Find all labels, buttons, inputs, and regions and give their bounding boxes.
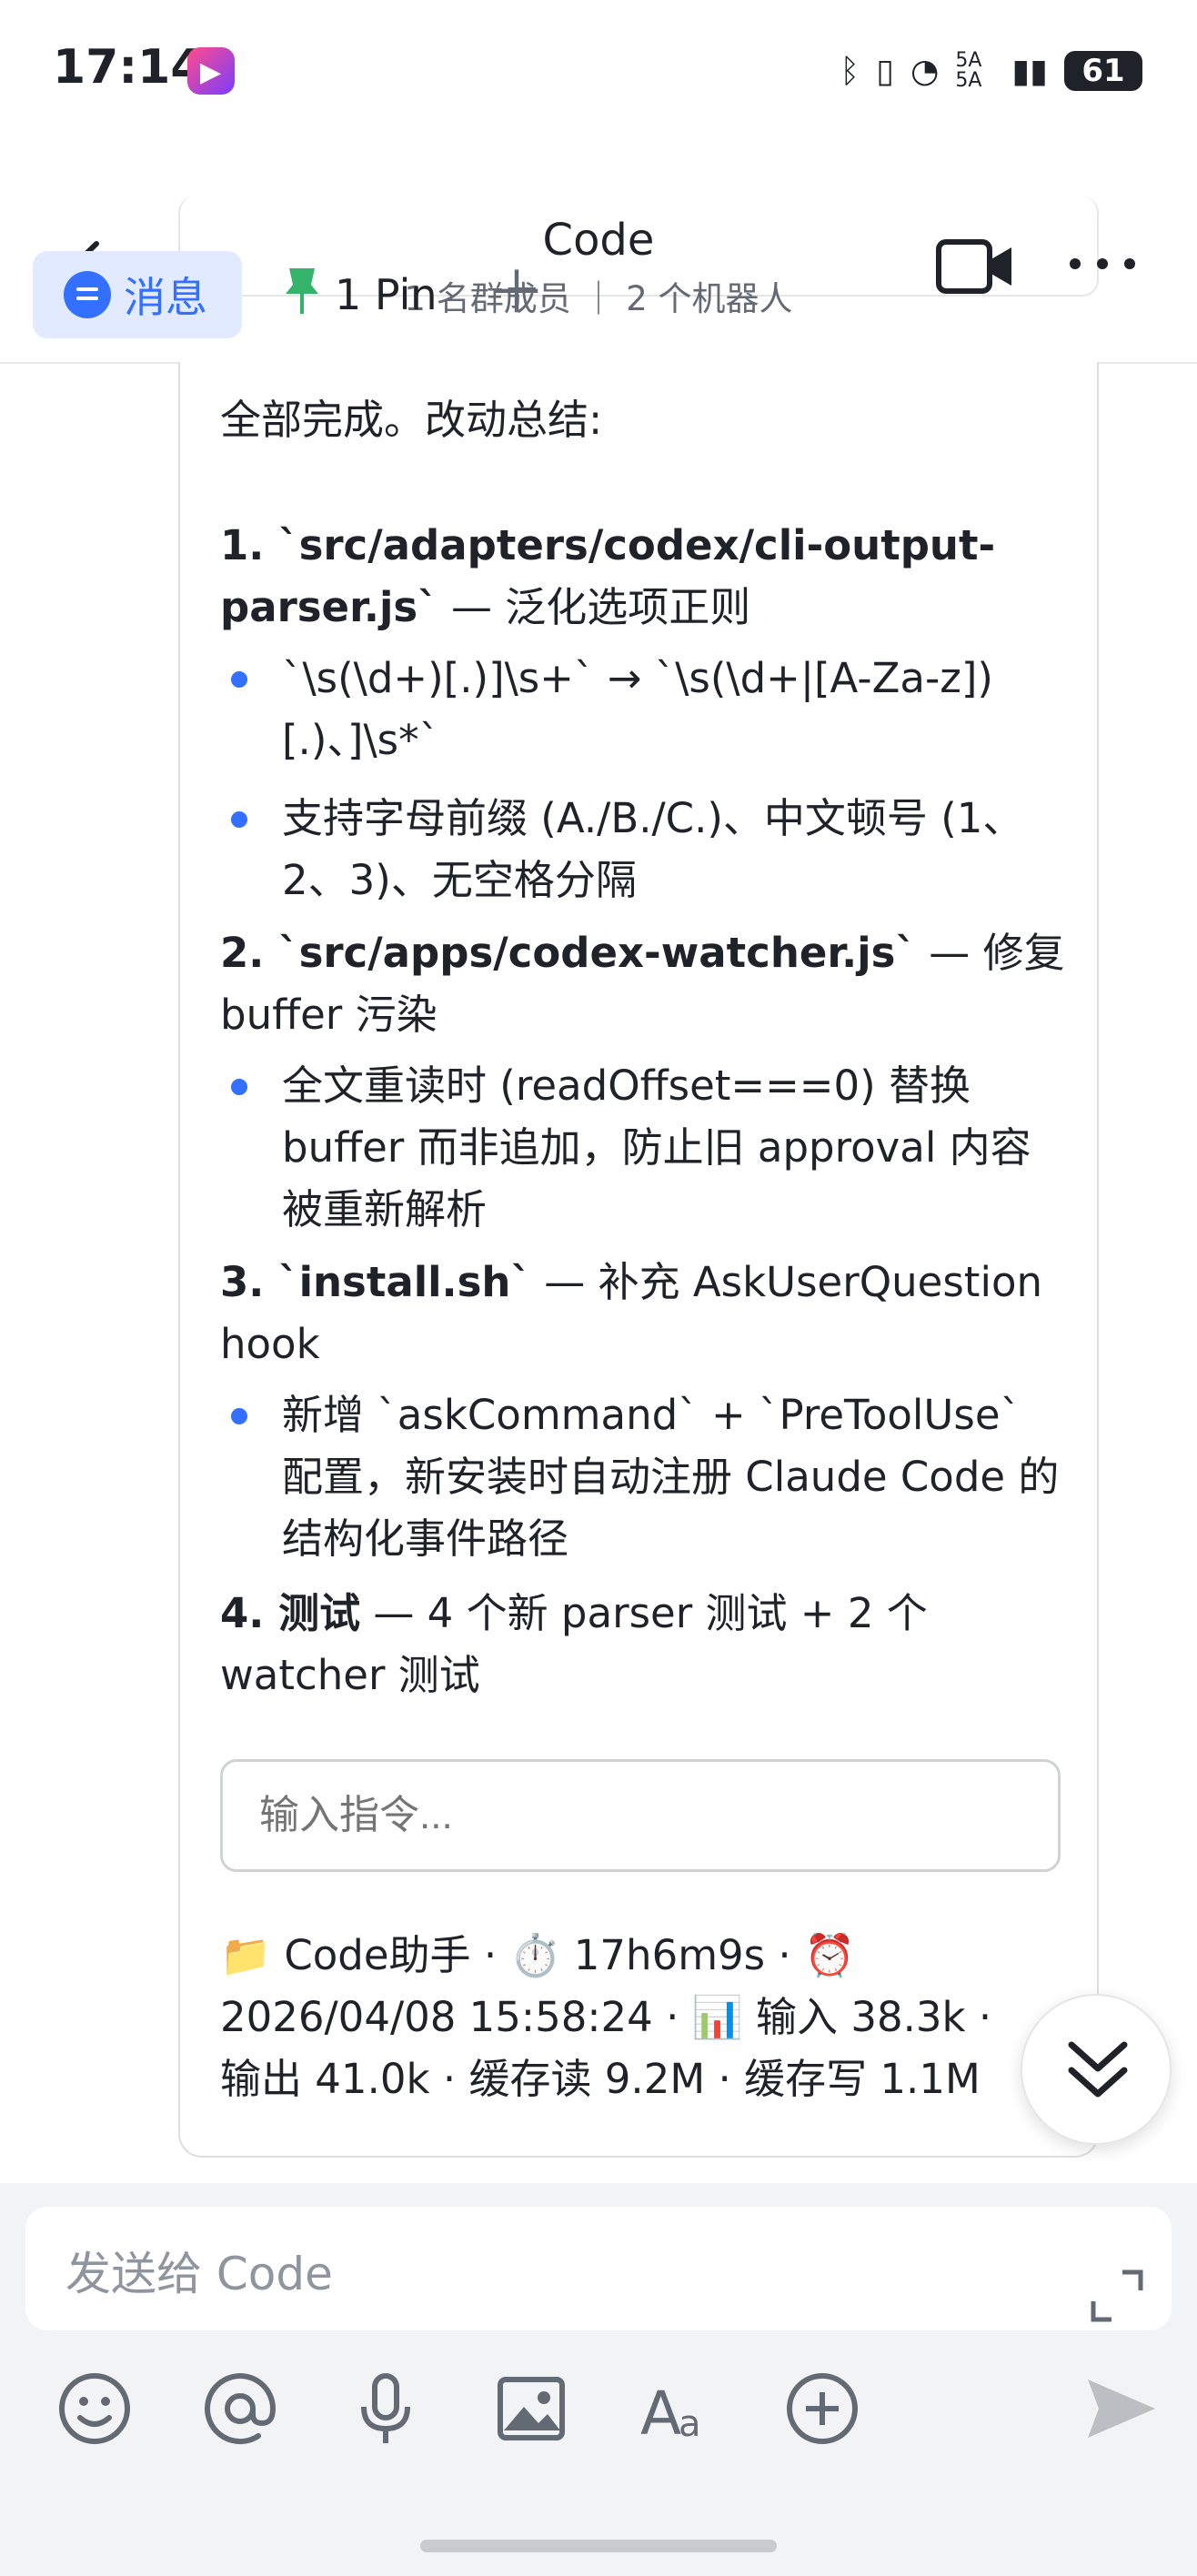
image-icon[interactable] — [493, 2370, 569, 2447]
message-meta: 📁 Code助手 · ⏱️ 17h6m9s · ⏰ 2026/04/08 15:… — [220, 1925, 1066, 2110]
item-1-bullet-1: `\s(\d+)[.)]\s+` → `\s(\d+|[A-Za-z])[.)、… — [282, 654, 993, 764]
vibrate-icon: ▯ — [876, 52, 894, 90]
video-call-icon[interactable] — [935, 235, 1017, 298]
message-intro: 全部完成。改动总结: — [220, 396, 603, 444]
meta-line-3: 输出 41.0k · 缓存读 9.2M · 缓存写 1.1M — [220, 2055, 981, 2103]
scroll-down-icon[interactable] — [1021, 1994, 1172, 2145]
meta-line-1: 📁 Code助手 · ⏱️ 17h6m9s · ⏰ — [220, 1931, 856, 1979]
item-1-bullet-2: 支持字母前缀 (A./B./C.)、中文顿号 (1、2、3)、无空格分隔 — [282, 794, 1024, 904]
chat-header: Code 1 名群成员 ｜ 2 个机器人 消息 1 Pin ＋ — [0, 109, 1197, 364]
status-bar: 17:14 ▶ ᛒ ▯ ◔ 5A 5A ▮▮ 61 — [0, 0, 1197, 118]
message-input-placeholder: 发送给 Code — [65, 2248, 333, 2300]
pin-icon — [282, 265, 322, 326]
item-2: 2. `src/apps/codex-watcher.js` — 修复 buff… — [220, 922, 1066, 1046]
tab-messages[interactable]: 消息 — [33, 251, 242, 338]
tab-messages-label: 消息 — [124, 273, 207, 322]
microphone-icon[interactable] — [347, 2370, 424, 2447]
item-4: 4. 测试 — 4 个新 parser 测试 + 2 个 watcher 测试 — [220, 1583, 1066, 1706]
status-indicators: ᛒ ▯ ◔ 5A 5A ▮▮ 61 — [840, 45, 1142, 96]
network-label: 5A 5A — [955, 49, 982, 92]
wifi-icon: ◔ — [910, 52, 940, 90]
text-format-icon[interactable]: Aa — [639, 2370, 715, 2449]
item-1: 1. `src/adapters/codex/cli-output-parser… — [220, 515, 1066, 639]
item-1-desc: — 泛化选项正则 — [438, 583, 751, 631]
item-3-bullet-1: 新增 `askCommand` + `PreToolUse` 配置，新安装时自动… — [282, 1391, 1060, 1563]
svg-text:a: a — [679, 2403, 701, 2445]
command-input[interactable] — [220, 1759, 1061, 1872]
mention-icon[interactable] — [202, 2370, 278, 2447]
tab-pin[interactable]: 1 Pin — [282, 251, 438, 338]
item-2-bullet-1: 全文重读时 (readOffset===0) 替换 buffer 而非追加，防止… — [282, 1062, 1031, 1233]
item-4-heading: 4. 测试 — [220, 1589, 361, 1637]
send-icon[interactable] — [1082, 2370, 1159, 2447]
meta-line-2: 2026/04/08 15:58:24 · 📊 输入 38.3k · — [220, 1993, 992, 2041]
bullet-dot — [231, 811, 247, 828]
composer: 发送给 Code — [0, 2183, 1197, 2576]
tab-pin-label: 1 Pin — [335, 270, 438, 319]
more-icon[interactable] — [1066, 246, 1139, 282]
message-input[interactable]: 发送给 Code — [25, 2207, 1172, 2330]
home-indicator[interactable] — [420, 2540, 777, 2552]
battery-indicator: 61 — [1064, 51, 1142, 91]
item-3-heading: 3. `install.sh` — [220, 1258, 531, 1306]
add-icon[interactable]: ＋ — [488, 264, 546, 324]
status-time: 17:14 — [53, 40, 204, 95]
bullet-dot — [231, 1408, 247, 1424]
bullet-dot — [231, 671, 247, 688]
item-3: 3. `install.sh` — 补充 AskUserQuestion hoo… — [220, 1252, 1066, 1375]
bullet-dot — [231, 1079, 247, 1095]
list-item: 新增 `askCommand` + `PreToolUse` 配置，新安装时自动… — [220, 1384, 1066, 1570]
signal-icon: ▮▮ — [1011, 52, 1048, 90]
app-notification-icon: ▶ — [187, 47, 235, 95]
message-icon — [64, 271, 111, 318]
list-item: `\s(\d+)[.)]\s+` → `\s(\d+|[A-Za-z])[.)、… — [220, 648, 1066, 771]
list-item: 全文重读时 (readOffset===0) 替换 buffer 而非追加，防止… — [220, 1055, 1066, 1241]
emoji-icon[interactable] — [56, 2370, 133, 2447]
list-item: 支持字母前缀 (A./B./C.)、中文顿号 (1、2、3)、无空格分隔 — [220, 788, 1066, 911]
item-2-heading: 2. `src/apps/codex-watcher.js` — [220, 929, 916, 977]
expand-icon[interactable] — [1088, 2267, 1146, 2325]
svg-text:A: A — [640, 2379, 681, 2447]
plus-circle-icon[interactable] — [784, 2370, 860, 2447]
bluetooth-icon: ᛒ — [840, 52, 860, 90]
